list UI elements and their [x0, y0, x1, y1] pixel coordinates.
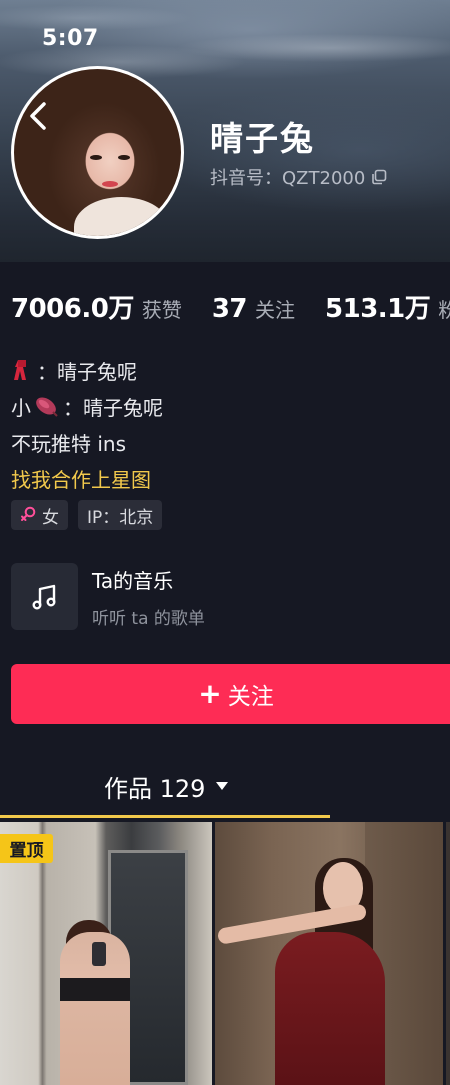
gender-tag: 女 — [11, 500, 68, 530]
avatar-shoulder — [74, 197, 169, 236]
stat-likes[interactable]: 7006.0万 获赞 — [11, 288, 182, 325]
pinned-badge: 置顶 — [0, 834, 53, 863]
female-icon — [21, 506, 36, 521]
bio-line-3: 不玩推特 ins — [11, 431, 127, 456]
tab-works-label: 作品 129 — [104, 774, 206, 803]
avatar-lips — [102, 181, 118, 187]
tab-indicator — [0, 815, 330, 818]
avatar-eye-right — [118, 155, 130, 160]
music-icon-box — [11, 563, 78, 630]
douyin-id: 抖音号：QZT2000 — [210, 164, 387, 190]
music-note-icon — [32, 584, 56, 610]
copy-icon[interactable] — [371, 169, 387, 185]
bio-link[interactable]: 找我合作上星图 — [11, 460, 441, 496]
plus-icon: + — [198, 677, 222, 710]
bio-line-2-prefix: 小 — [11, 395, 31, 420]
avatar[interactable] — [11, 66, 184, 239]
video-thumbnail[interactable] — [214, 822, 444, 1085]
avatar-eye-left — [90, 155, 102, 160]
bio: ：晴子兔呢 小 ：晴子兔呢 不玩推特 ins 找我合作上星图 — [11, 352, 441, 496]
gender-tag-text: 女 — [42, 507, 59, 528]
stat-following[interactable]: 37 关注 — [212, 294, 295, 324]
video-grid: 置顶 — [0, 822, 450, 1085]
bio-line-1: ：晴子兔呢 — [11, 352, 441, 388]
profile-page: 5:07 晴子兔 抖音号：QZT2000 7006.0万 获赞 37 关注 51… — [0, 0, 450, 1085]
stat-followers-number: 513.1万 — [325, 294, 431, 324]
video-thumbnail[interactable] — [446, 822, 450, 1085]
nickname: 晴子兔 — [210, 119, 315, 158]
caret-down-icon — [216, 782, 229, 790]
profile-tags: 女 IP：北京 — [11, 500, 163, 530]
stat-followers-label: 粉 — [438, 298, 450, 322]
ip-tag-text: IP：北京 — [87, 507, 154, 528]
scarf-icon — [11, 358, 33, 382]
stat-likes-number: 7006.0万 — [11, 294, 134, 324]
video-phone — [92, 942, 106, 966]
stat-following-number: 37 — [211, 294, 248, 324]
stat-following-label: 关注 — [255, 298, 296, 322]
ip-tag: IP：北京 — [78, 500, 163, 530]
music-text: Ta的音乐 听听 ta 的歌单 — [92, 563, 205, 631]
sweet-potato-icon — [31, 394, 59, 418]
follow-button-label: 关注 — [227, 684, 274, 710]
chevron-left-icon — [30, 102, 46, 130]
back-button[interactable] — [20, 98, 56, 134]
follow-button[interactable]: + 关注 — [11, 664, 450, 724]
music-title: Ta的音乐 — [92, 569, 174, 593]
video-thumbnail[interactable]: 置顶 — [0, 822, 212, 1085]
bio-line-2: 小 ：晴子兔呢 — [11, 388, 441, 424]
music-entry[interactable]: Ta的音乐 听听 ta 的歌单 — [11, 563, 441, 631]
stats-row: 7006.0万 获赞 37 关注 513.1万 粉 — [11, 288, 450, 324]
douyin-id-text: 抖音号：QZT2000 — [210, 168, 366, 189]
music-subtitle: 听听 ta 的歌单 — [92, 609, 205, 629]
bio-line-1-text: ：晴子兔呢 — [37, 359, 137, 384]
stat-likes-label: 获赞 — [141, 298, 182, 322]
video-person — [274, 932, 385, 1085]
status-bar-time: 5:07 — [42, 26, 99, 51]
bio-line-2-text: ：晴子兔呢 — [63, 395, 163, 420]
stat-followers[interactable]: 513.1万 粉 — [325, 288, 450, 325]
tab-works[interactable]: 作品 129 — [104, 768, 229, 804]
